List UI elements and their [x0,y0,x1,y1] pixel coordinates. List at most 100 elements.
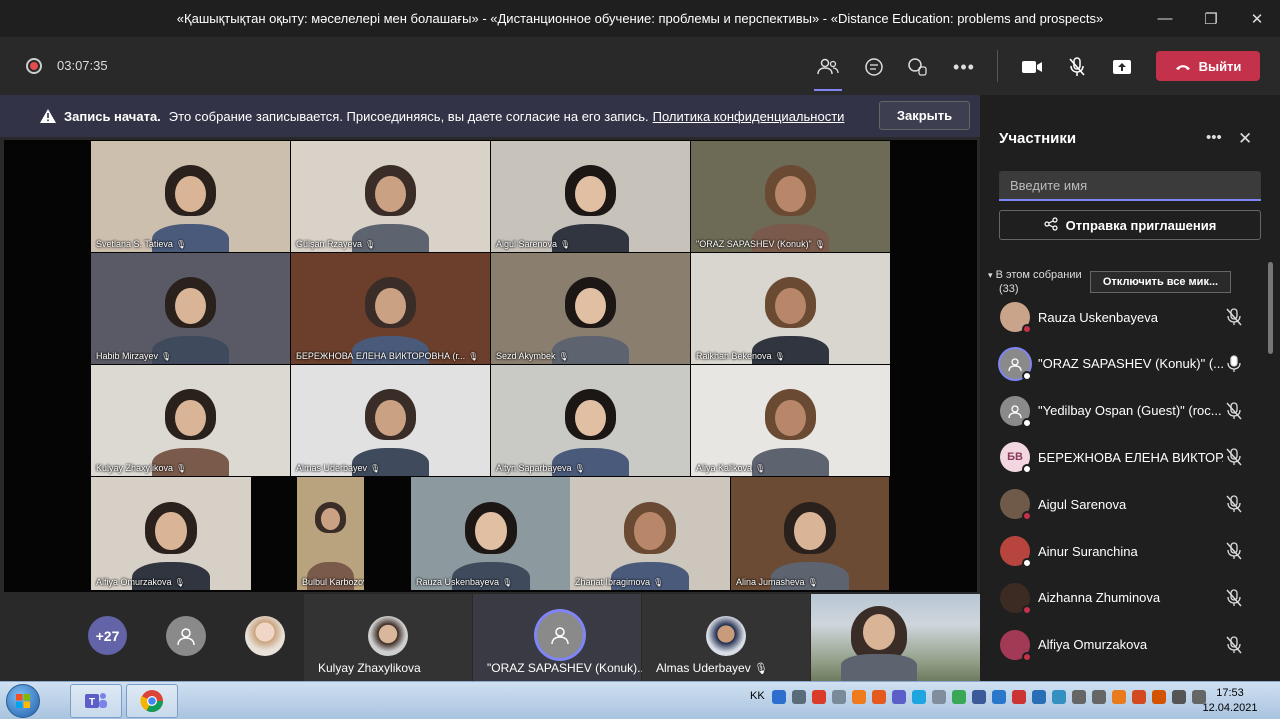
participant-name: Kulyay Zhaxylikova [318,661,421,675]
camera-icon[interactable] [1018,53,1046,81]
video-tile[interactable]: Alfiya Omurzakova 🎙 [91,477,251,590]
start-button[interactable] [6,684,40,718]
tray-icon[interactable] [1092,690,1106,704]
video-tile[interactable]: Alina Jumasheva 🎙 [731,477,889,590]
panel-close-icon[interactable]: ✕ [1238,129,1252,149]
participant-name-text: Gülşan Rzayeva [296,239,363,249]
participant-name: "ORAZ SAPASHEV (Konuk)" (... [1038,356,1223,372]
avatar[interactable] [166,616,206,656]
tray-icon[interactable] [852,690,866,704]
panel-more-icon[interactable]: ••• [1206,129,1222,146]
participants-icon[interactable] [814,53,842,91]
video-tile[interactable]: Svetlana S. Tatieva 🎙 [91,141,290,252]
chat-icon[interactable] [860,53,888,81]
banner-close-button[interactable]: Закрыть [879,101,970,130]
participant-row[interactable]: Ainur Suranchina [1000,531,1260,571]
self-preview-tile[interactable] [811,594,980,682]
mic-muted-icon[interactable] [1226,589,1244,607]
participant-row[interactable]: "Yedilbay Ospan (Guest)" (roc... [1000,391,1260,431]
video-tile[interactable]: Gülşan Rzayeva 🎙 [291,141,490,252]
strip-tile-kulyay[interactable]: Kulyay Zhaxylikova [304,594,472,681]
video-tile[interactable]: Aliya Kalikova 🎙 [691,365,890,476]
more-actions-icon[interactable]: ••• [950,53,978,81]
leave-button[interactable]: Выйти [1156,51,1260,81]
participant-row[interactable]: "ORAZ SAPASHEV (Konuk)" (... [1000,344,1260,384]
video-tile[interactable]: Kulyay Zhaxylikova 🎙 [91,365,290,476]
mic-muted-icon[interactable] [1226,542,1244,560]
panel-scrollbar[interactable] [1268,262,1273,354]
video-tile[interactable]: Sezd Akymbek 🎙 [491,253,690,364]
participant-name: "Yedilbay Ospan (Guest)" (roc... [1038,403,1222,419]
tray-icon[interactable] [932,690,946,704]
mic-muted-icon[interactable] [1226,635,1244,654]
tray-icon[interactable] [952,690,966,704]
mic-muted-icon[interactable] [1226,448,1244,466]
participant-row[interactable]: Alfiya Omurzakova [1000,625,1260,665]
video-tile[interactable]: "ORAZ SAPASHEV (Konuk)" 🎙 [691,141,890,252]
chrome-taskbar-icon[interactable] [126,684,178,718]
avatar[interactable] [245,616,285,656]
restore-icon[interactable]: ❐ [1188,0,1234,37]
participant-name: Aizhanna Zhuminova [1038,590,1161,606]
leave-label: Выйти [1198,58,1242,74]
person-face [175,399,206,437]
tray-icon[interactable] [1132,690,1146,704]
strip-tile-oraz[interactable]: "ORAZ SAPASHEV (Konuk)... [473,594,647,681]
teams-tray-icon[interactable] [892,690,906,704]
system-clock[interactable]: 17:53 12.04.2021 [1198,686,1262,716]
video-tile[interactable]: БЕРЕЖНОВА ЕЛЕНА ВИКТОРОВНА (г... 🎙 [291,253,490,364]
tray-icon[interactable] [1052,690,1066,704]
participant-name-text: Alfiya Omurzakova [96,577,172,587]
more-participants-button[interactable]: +27 [88,616,127,655]
tray-icon[interactable] [872,690,886,704]
strip-tile-almas[interactable]: Almas Uderbayev 🎙 [642,594,810,681]
tray-icon[interactable] [792,690,806,704]
tray-icon[interactable] [812,690,826,704]
video-tile[interactable]: Zhanat Ibragimova 🎙 [570,477,730,590]
video-tile[interactable]: Altyn Saparbayeva 🎙 [491,365,690,476]
minimize-icon[interactable]: — [1142,0,1188,37]
video-tile[interactable]: Rauza Uskenbayeva 🎙 [411,477,571,590]
flag-icon[interactable] [1072,690,1086,704]
video-tile[interactable]: Almas Uderbayev 🎙 [291,365,490,476]
banner-text: Это собрание записывается. Присоединяясь… [168,108,649,124]
tray-icon[interactable] [992,690,1006,704]
participant-row[interactable]: Rauza Uskenbayeva [1000,297,1260,337]
tray-icon[interactable] [1032,690,1046,704]
teams-taskbar-icon[interactable]: T [70,684,122,718]
help-icon[interactable] [772,690,786,704]
share-screen-icon[interactable] [1108,53,1136,81]
mic-muted-icon: 🎙 [370,464,381,473]
participant-row[interactable]: Aizhanna Zhuminova [1000,578,1260,618]
in-meeting-section[interactable]: ▾ В этом собрании (33) [988,268,1082,296]
volume-icon[interactable] [832,690,846,704]
network-icon[interactable] [1172,690,1186,704]
video-tile[interactable]: Raikhan Bekenova 🎙 [691,253,890,364]
mic-icon[interactable] [1226,355,1244,373]
participant-search-input[interactable]: Введите имя [999,171,1261,201]
bluetooth-icon[interactable] [972,690,986,704]
mic-muted-icon[interactable] [1226,401,1244,420]
tray-icon[interactable] [1012,690,1026,704]
language-indicator[interactable]: KK [750,690,765,702]
tray-icon[interactable] [1112,690,1126,704]
participant-row[interactable]: БВ БЕРЕЖНОВА ЕЛЕНА ВИКТОР... [1000,437,1260,477]
mic-muted-icon[interactable] [1226,308,1244,326]
video-tile[interactable]: Bulbul Karbozova🎙 [297,477,364,590]
participant-row[interactable]: Aigul Sarenova [1000,484,1260,524]
mic-muted-icon: 🎙 [365,240,376,249]
participant-name-text: Aigul Sarenova [496,239,558,249]
mic-muted-icon[interactable] [1063,53,1091,81]
privacy-policy-link[interactable]: Политика конфиденциальности [653,109,845,124]
skype-icon[interactable] [912,690,926,704]
warning-icon [40,109,56,126]
raise-hand-icon[interactable] [904,53,932,81]
send-invite-button[interactable]: Отправка приглашения [999,210,1261,240]
tray-icon[interactable] [1152,690,1166,704]
video-tile[interactable]: Aigul Sarenova 🎙 [491,141,690,252]
avatar [1000,629,1032,662]
mic-muted-icon[interactable] [1226,495,1244,513]
mute-all-button[interactable]: Отключить все мик... [1090,271,1231,293]
video-tile[interactable]: Habib Mirzayev 🎙 [91,253,290,364]
close-window-icon[interactable]: ✕ [1234,0,1280,37]
